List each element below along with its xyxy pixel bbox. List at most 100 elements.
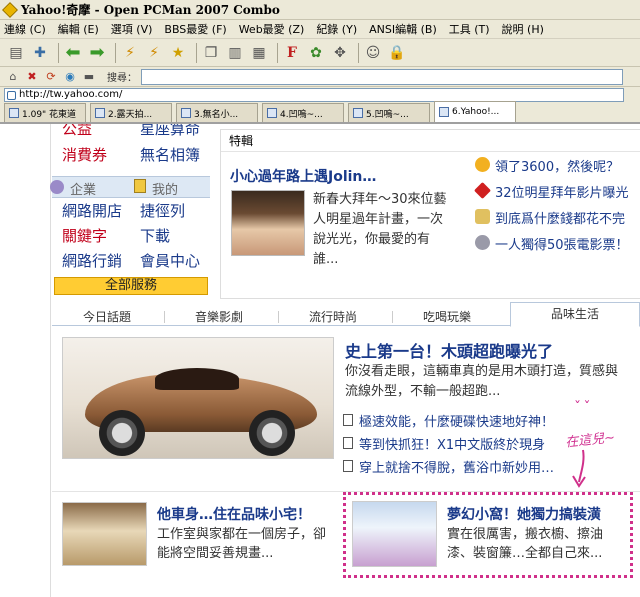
copy-icon[interactable]: ❐	[201, 43, 221, 63]
globe-icon[interactable]: ◉	[63, 70, 77, 84]
feature-link-list: 領了3600，然後呢？ 32位明星拜年影片曝光 到底爲什麼錢都花不完 一人獨得5…	[473, 156, 640, 260]
film-reel-icon	[475, 235, 490, 250]
fullscreen-icon[interactable]: ✥	[330, 43, 350, 63]
tab-fashion[interactable]: 流行時尚	[288, 308, 378, 326]
address-input[interactable]: http://tw.yahoo.com/	[4, 88, 624, 102]
nav-section-enterprise[interactable]: 企業	[70, 179, 96, 198]
headline-link[interactable]: 穿上就捨不得脫，舊浴巾新妙用…	[343, 457, 554, 480]
tab-food-fun[interactable]: 吃喝玩樂	[402, 308, 492, 326]
back-arrow-icon[interactable]: ⬅	[63, 43, 83, 63]
teaser-desc: 實在很厲害，搬衣櫥、擦油漆、裝窗簾…全都自己來...	[447, 527, 604, 561]
page-tab[interactable]: 2.露天拍...	[90, 103, 172, 122]
feature-link[interactable]: 32位明星拜年影片曝光	[473, 182, 640, 208]
nav-section-my[interactable]: 我的	[152, 179, 178, 198]
reconnect-icon[interactable]: ⚡	[144, 43, 164, 63]
feature-photo[interactable]	[231, 190, 305, 256]
page-left-border	[50, 124, 51, 597]
forward-arrow-icon[interactable]: ➡	[87, 43, 107, 63]
page-tab[interactable]: 4.凹嗚~...	[262, 103, 344, 122]
headline-title[interactable]: 史上第一台！木頭超跑曝光了	[345, 338, 553, 362]
feature-title[interactable]: 小心過年路上遇Jolin…	[230, 166, 376, 186]
tab-separator	[164, 311, 165, 323]
tab-today-topics[interactable]: 今日話題	[62, 308, 152, 326]
page-tab[interactable]: 5.凹嗚~...	[348, 103, 430, 122]
tab-lifestyle[interactable]: 品味生活	[510, 302, 640, 327]
search-label: 搜尋：	[107, 73, 137, 84]
page-tab-active[interactable]: 6.Yahoo!...	[434, 101, 516, 122]
menu-ansi-edit[interactable]: ANSI編輯 (B)	[369, 21, 437, 37]
new-connection-icon[interactable]: ✚	[30, 43, 50, 63]
address-url: http://tw.yahoo.com/	[19, 89, 123, 100]
add-favorite-icon[interactable]: ★	[168, 43, 188, 63]
feature-link[interactable]: 一人獨得50張電影票！	[473, 234, 640, 260]
emoticon-icon[interactable]: ☺	[363, 43, 383, 63]
feature-link-text: 領了3600，然後呢？	[495, 160, 620, 175]
tab-label: 2.露天拍...	[108, 109, 153, 120]
toolbar-separator	[115, 42, 116, 63]
menu-web-favorites[interactable]: Web最愛 (Z)	[239, 21, 305, 37]
menu-options[interactable]: 選項 (V)	[111, 21, 153, 37]
search-input[interactable]	[141, 68, 623, 85]
paste-icon[interactable]: ▥	[225, 43, 245, 63]
document-icon	[343, 414, 353, 426]
headline-photo[interactable]	[62, 337, 334, 459]
home-icon[interactable]: ⌂	[6, 70, 20, 84]
car-window	[155, 368, 239, 390]
stop-icon[interactable]: ✖	[25, 70, 39, 84]
window-icon[interactable]: ▬	[82, 70, 96, 84]
document-icon	[343, 437, 353, 449]
feature-link-text: 到底爲什麼錢都花不完	[495, 212, 626, 227]
settings-gear-icon[interactable]: ✿	[306, 43, 326, 63]
document-icon	[343, 460, 353, 472]
nav-link[interactable]: 捷徑列	[140, 200, 185, 221]
lock-icon[interactable]: 🔒	[387, 43, 407, 63]
teaser-title[interactable]: 夢幻小窩！她獨力搞裝潢	[447, 504, 601, 524]
tab-label: 4.凹嗚~...	[280, 109, 323, 120]
menu-history[interactable]: 紀錄 (Y)	[316, 21, 357, 37]
window-title: Yahoo!奇摩 - Open PCMan 2007 Combo	[21, 3, 280, 17]
page-tab[interactable]: 3.無名小...	[176, 103, 258, 122]
nav-link[interactable]: 會員中心	[140, 250, 200, 271]
tab-page-icon	[9, 108, 19, 118]
nav-link[interactable]: 消費券	[62, 144, 107, 165]
teaser-title[interactable]: 他車身…住在品味小宅！	[157, 504, 311, 524]
headline-desc: 你沒看走眼，這輛車真的是用木頭打造，質感與流線外型，不輸一般超跑...	[345, 364, 619, 399]
feature-link[interactable]: 到底爲什麼錢都花不完	[473, 208, 640, 234]
nav-link[interactable]: 網路開店	[62, 200, 122, 221]
teaser-photo[interactable]	[62, 502, 147, 566]
page-tab[interactable]: 1.09" 花東道	[4, 103, 86, 122]
headline-link[interactable]: 極速效能，什麼硬碟快速地好神！	[343, 411, 554, 434]
feature-link[interactable]: 領了3600，然後呢？	[473, 156, 640, 182]
nav-link[interactable]: 下載	[140, 225, 170, 246]
paste-special-icon[interactable]: ▦	[249, 43, 269, 63]
menu-help[interactable]: 說明 (H)	[502, 21, 544, 37]
annotation-arrow-icon	[572, 449, 586, 488]
menu-tools[interactable]: 工具 (T)	[449, 21, 490, 37]
tab-label: 3.無名小...	[194, 109, 239, 120]
teaser-photo[interactable]	[352, 501, 437, 567]
money-bag-icon	[475, 209, 490, 224]
nav-link[interactable]: 星座算命	[140, 124, 200, 139]
car-wheel	[249, 410, 295, 456]
feature-header: 特輯	[221, 130, 640, 152]
site-list-icon[interactable]: ▤	[6, 43, 26, 63]
menu-edit[interactable]: 編輯 (E)	[58, 21, 99, 37]
headline-link-text: 等到快抓狂！X1中文版終於現身	[359, 438, 546, 453]
nav-link[interactable]: 網路行銷	[62, 250, 122, 271]
window-titlebar: Yahoo!奇摩 - Open PCMan 2007 Combo	[0, 0, 640, 20]
refresh-icon[interactable]: ⟳	[44, 70, 58, 84]
headline-link[interactable]: 等到快抓狂！X1中文版終於現身	[343, 434, 554, 457]
menu-bar: 連線 (C) 編輯 (E) 選項 (V) BBS最愛 (F) Web最愛 (Z)…	[0, 20, 640, 39]
car-wheel	[99, 410, 145, 456]
menu-bbs-favorites[interactable]: BBS最愛 (F)	[164, 21, 226, 37]
search-magnifier-icon	[50, 180, 64, 194]
all-services-button[interactable]: 全部服務	[54, 277, 208, 295]
disconnect-icon[interactable]: ⚡	[120, 43, 140, 63]
tab-label: 5.凹嗚~...	[366, 109, 409, 120]
font-icon[interactable]: F	[282, 43, 302, 63]
nav-link[interactable]: 公益	[62, 124, 92, 139]
nav-link[interactable]: 無名相簿	[140, 144, 200, 165]
nav-link[interactable]: 關鍵字	[62, 225, 107, 246]
tab-music-film[interactable]: 音樂影劇	[174, 308, 264, 326]
menu-connect[interactable]: 連線 (C)	[4, 21, 46, 37]
